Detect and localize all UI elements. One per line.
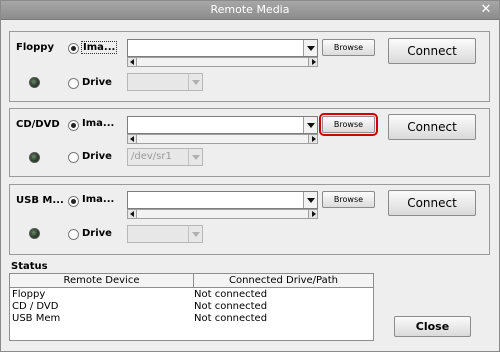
floppy-title: Floppy [16,42,54,53]
chevron-down-icon[interactable] [188,226,202,242]
floppy-image-scrollbar[interactable] [127,57,318,67]
chevron-down-icon[interactable] [188,74,202,90]
cddvd-image-radio[interactable] [68,120,79,131]
close-button[interactable]: Close [394,316,471,337]
usb-drive-combo[interactable] [127,225,203,243]
cddvd-drive-radio[interactable] [68,152,79,163]
table-cell-path[interactable]: Not connected [194,289,267,300]
cddvd-drive-label[interactable]: Drive [82,151,112,162]
usb-title: USB M... [16,195,64,206]
table-cell-device[interactable]: Floppy [12,289,45,300]
floppy-led-icon [29,77,40,88]
chevron-down-icon[interactable] [303,192,317,208]
chevron-down-icon[interactable] [188,149,202,165]
cddvd-led-icon [29,152,40,163]
cddvd-drive-value: /dev/sr1 [131,151,172,162]
usb-drive-label[interactable]: Drive [82,228,112,239]
cddvd-browse-button[interactable]: Browse [319,113,378,136]
scroll-right-icon[interactable] [308,135,317,143]
usb-image-combo[interactable] [127,191,318,209]
table-cell-path[interactable]: Not connected [194,301,267,312]
usb-group: USB M... Ima... Browse Connect Drive [9,184,490,255]
usb-drive-radio[interactable] [68,229,79,240]
floppy-drive-radio[interactable] [68,78,79,89]
status-table: Remote Device Connected Drive/Path Flopp… [9,273,374,341]
floppy-group: Floppy Ima... Browse Connect Drive [9,31,490,102]
scroll-left-icon[interactable] [128,210,137,218]
cddvd-group: CD/DVD Ima... Browse Connect Drive /dev/… [9,108,490,177]
usb-image-radio[interactable] [68,196,79,207]
cddvd-image-label[interactable]: Ima... [82,118,114,129]
usb-connect-button[interactable]: Connect [388,190,476,216]
close-icon[interactable]: ✕ [479,2,493,18]
chevron-down-icon[interactable] [303,117,317,133]
floppy-drive-combo[interactable] [127,73,203,91]
remote-media-dialog: Remote Media ✕ Floppy Ima... Browse Conn… [0,0,500,352]
table-cell-device[interactable]: USB Mem [12,313,60,324]
floppy-image-combo[interactable] [127,39,318,57]
scroll-left-icon[interactable] [128,135,137,143]
scroll-left-icon[interactable] [128,58,137,66]
title-bar[interactable]: Remote Media ✕ [1,1,499,20]
floppy-drive-label[interactable]: Drive [82,77,112,88]
table-cell-path[interactable]: Not connected [194,313,267,324]
chevron-down-icon[interactable] [303,40,317,56]
usb-image-label[interactable]: Ima... [82,194,114,205]
floppy-image-label[interactable]: Ima... [81,41,118,54]
cddvd-image-combo[interactable] [127,116,318,134]
scroll-right-icon[interactable] [308,58,317,66]
column-header-connected-path[interactable]: Connected Drive/Path [194,275,373,286]
window-title: Remote Media [210,3,290,16]
scroll-right-icon[interactable] [308,210,317,218]
floppy-connect-button[interactable]: Connect [388,38,476,64]
floppy-image-radio[interactable] [68,43,79,54]
status-title: Status [11,261,48,272]
usb-led-icon [29,228,40,239]
usb-browse-button[interactable]: Browse [322,191,375,208]
cddvd-image-scrollbar[interactable] [127,134,318,144]
column-header-remote-device[interactable]: Remote Device [10,275,193,286]
cddvd-drive-combo[interactable]: /dev/sr1 [127,148,203,166]
cddvd-connect-button[interactable]: Connect [388,114,476,140]
table-cell-device[interactable]: CD / DVD [12,301,58,312]
usb-image-scrollbar[interactable] [127,209,318,219]
status-table-header: Remote Device Connected Drive/Path [10,274,373,288]
cddvd-title: CD/DVD [16,119,60,130]
floppy-browse-button[interactable]: Browse [322,39,375,56]
